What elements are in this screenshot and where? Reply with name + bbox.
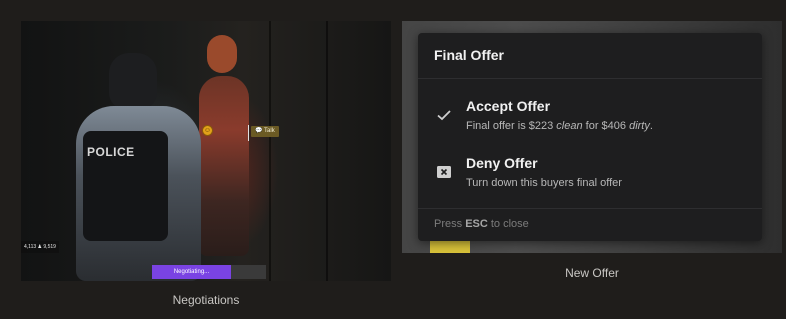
npc-figure bbox=[199, 76, 249, 256]
negotiating-progress-bar: Negotiating... bbox=[152, 265, 266, 279]
npc-head bbox=[207, 35, 237, 73]
talk-prompt[interactable]: 💬 Talk bbox=[251, 126, 279, 137]
deny-offer-description: Turn down this buyers final offer bbox=[466, 177, 622, 189]
accept-offer-description: Final offer is $223 clean for $406 dirty… bbox=[466, 120, 653, 132]
wall-edge bbox=[326, 21, 328, 281]
talk-label: Talk bbox=[264, 128, 275, 134]
chat-bubbles-icon: 💬 bbox=[255, 128, 263, 134]
police-vest-text: POLICE bbox=[87, 145, 135, 159]
new-offer-screenshot: Final Offer Accept Offer Final offer is … bbox=[402, 21, 782, 253]
progress-label: Negotiating... bbox=[173, 269, 210, 275]
deny-offer-title: Deny Offer bbox=[466, 155, 538, 171]
menu-divider bbox=[418, 78, 762, 79]
negotiations-screenshot: POLICE ☺ 💬 Talk 4,113 ♟ 9,519 Negotiatin… bbox=[21, 21, 391, 281]
accept-offer-title: Accept Offer bbox=[466, 98, 551, 114]
checkmark-icon bbox=[436, 107, 452, 123]
officer-head bbox=[109, 53, 157, 109]
background-object bbox=[430, 239, 470, 253]
wall-edge bbox=[269, 21, 271, 281]
menu-divider bbox=[418, 208, 762, 209]
hud-stats: 4,113 ♟ 9,519 bbox=[21, 241, 59, 253]
final-offer-menu: Final Offer Accept Offer Final offer is … bbox=[418, 33, 762, 241]
menu-footer-hint: Press ESC to close bbox=[434, 218, 529, 230]
smile-marker-icon[interactable]: ☺ bbox=[202, 125, 213, 136]
new-offer-caption: New Offer bbox=[565, 266, 619, 280]
talk-divider bbox=[248, 125, 249, 141]
close-box-icon bbox=[436, 164, 452, 180]
esc-key: ESC bbox=[465, 218, 488, 230]
menu-title: Final Offer bbox=[434, 47, 505, 63]
negotiations-caption: Negotiations bbox=[172, 293, 240, 307]
